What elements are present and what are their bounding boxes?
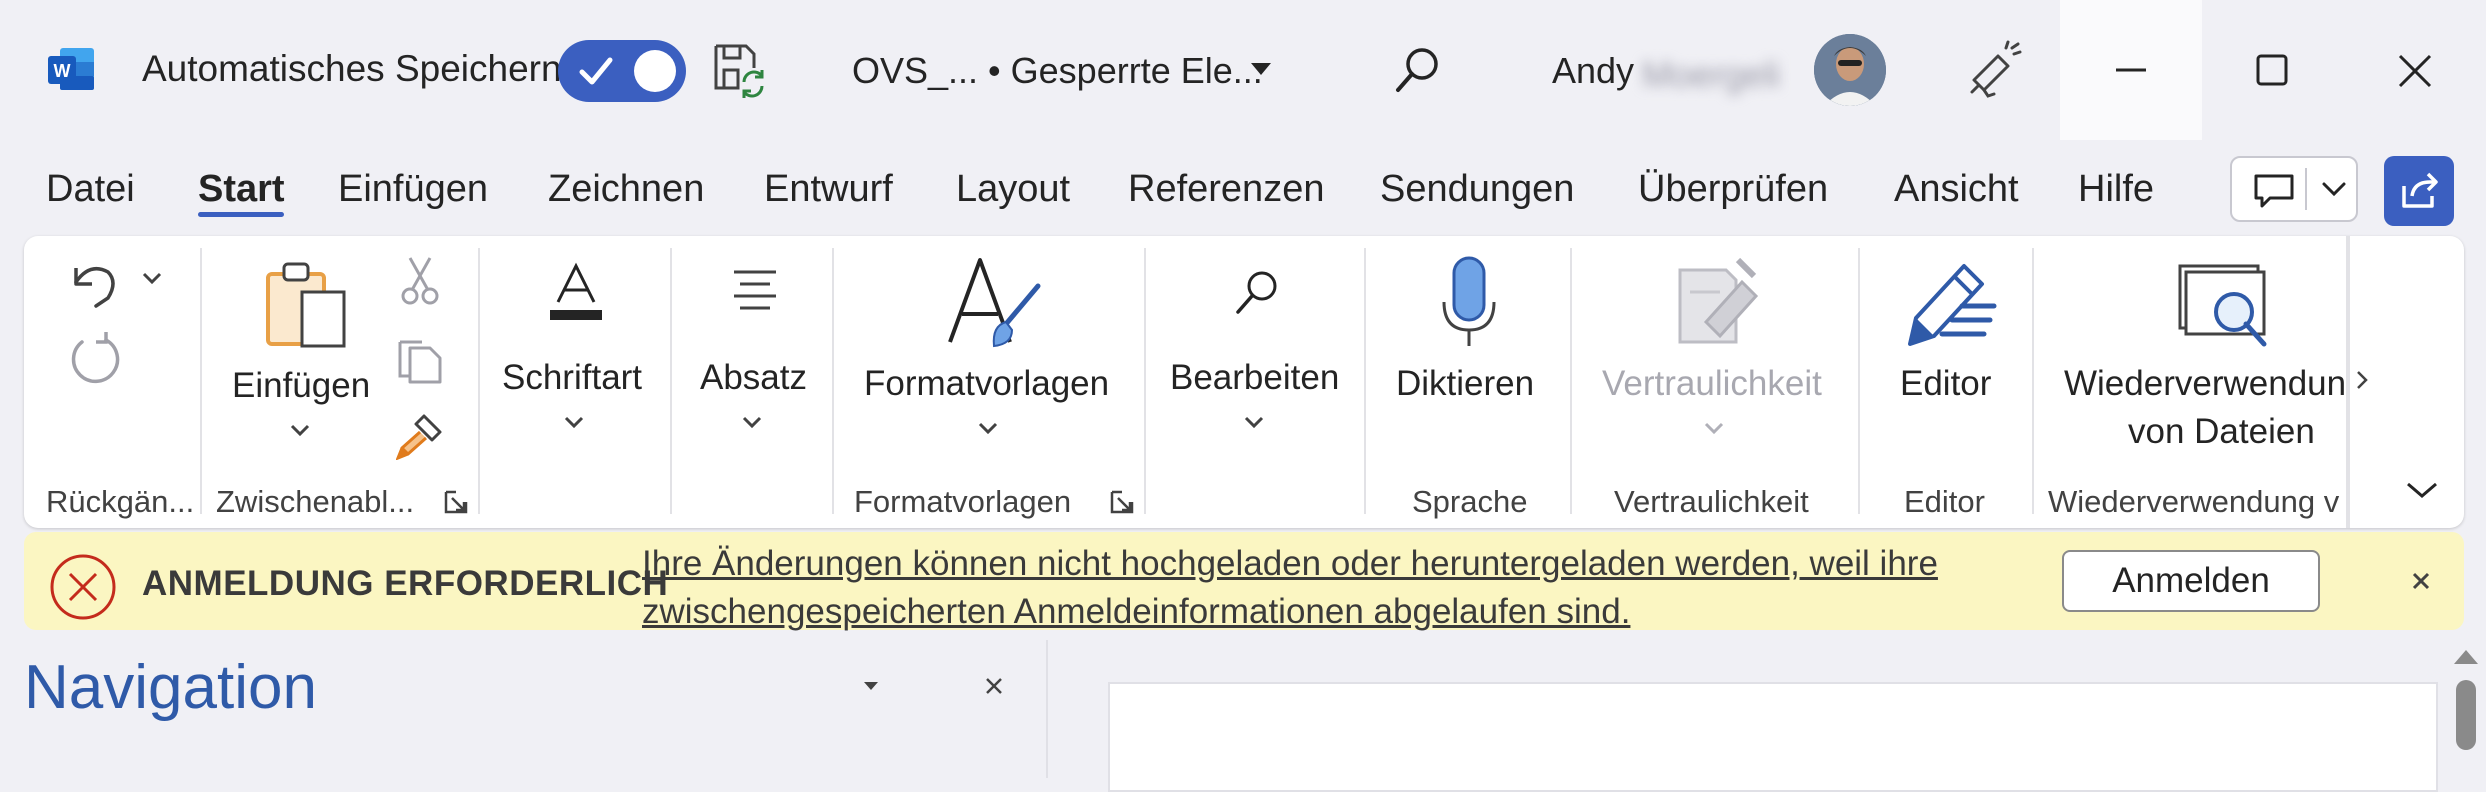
ribbon-separator [1144, 248, 1146, 514]
paste-button-label[interactable]: Einfügen [232, 366, 370, 406]
ribbon-overflow-divider [2346, 236, 2350, 528]
ribbon-separator [1364, 248, 1366, 514]
autosave-toggle[interactable] [558, 40, 686, 102]
tab-ueberpruefen[interactable]: Überprüfen [1638, 168, 1828, 211]
comments-button[interactable] [2230, 156, 2358, 222]
avatar[interactable] [1814, 34, 1886, 106]
chevron-down-icon[interactable] [1250, 62, 1272, 76]
ribbon-separator [832, 248, 834, 514]
sensitivity-icon [1676, 252, 1762, 346]
ribbon-separator [1858, 248, 1860, 514]
save-sync-icon[interactable] [712, 42, 768, 98]
tab-layout[interactable]: Layout [956, 168, 1070, 211]
user-first-name[interactable]: Andy [1552, 50, 1634, 92]
styles-group-label: Formatvorlagen [854, 484, 1072, 519]
copy-icon[interactable] [396, 334, 444, 384]
tab-hilfe[interactable]: Hilfe [2078, 168, 2154, 211]
share-button[interactable] [2384, 156, 2454, 226]
reuse-group-label: Wiederverwendung v [2048, 484, 2340, 519]
navigation-pane-title: Navigation [24, 653, 317, 722]
close-pane-icon[interactable] [984, 676, 1004, 696]
autosave-label: Automatisches Speichern [142, 48, 562, 89]
tab-datei[interactable]: Datei [46, 168, 135, 211]
vertical-scrollbar-thumb[interactable] [2456, 680, 2476, 750]
message-title: ANMELDUNG ERFORDERLICH [142, 564, 669, 603]
search-icon[interactable] [1390, 42, 1446, 98]
pane-options-chevron-icon[interactable] [862, 680, 880, 692]
toggle-knob [634, 50, 676, 92]
maximize-button[interactable] [2202, 0, 2344, 140]
paragraph-button-label[interactable]: Absatz [700, 358, 807, 398]
ribbon-separator [200, 248, 202, 514]
sensitivity-chevron-down-icon [1704, 422, 1724, 436]
paste-chevron-down-icon[interactable] [290, 424, 310, 438]
search-icon[interactable] [1232, 266, 1284, 318]
ribbon-separator [2032, 248, 2034, 514]
share-icon [2402, 172, 2438, 208]
tab-einfuegen[interactable]: Einfügen [338, 168, 488, 211]
ribbon-separator [478, 248, 480, 514]
font-color-icon[interactable] [546, 262, 606, 324]
megaphone-icon[interactable] [1962, 40, 2022, 100]
editing-button-label[interactable]: Bearbeiten [1170, 358, 1339, 398]
font-chevron-down-icon[interactable] [564, 416, 584, 430]
undo-dropdown-chevron-icon[interactable] [142, 272, 162, 286]
styles-icon[interactable] [946, 256, 1044, 352]
document-page[interactable] [1108, 682, 2438, 792]
error-circle-icon [48, 552, 118, 622]
tab-ansicht[interactable]: Ansicht [1894, 168, 2019, 211]
ribbon-separator [670, 248, 672, 514]
scroll-up-arrow-icon[interactable] [2452, 646, 2480, 668]
undo-group-label: Rückgän... [46, 484, 195, 519]
pane-divider[interactable] [1046, 640, 1048, 778]
svg-text:W: W [54, 61, 71, 81]
undo-icon[interactable] [66, 252, 122, 308]
redo-icon[interactable] [66, 330, 122, 386]
reuse-files-label-line1[interactable]: Wiederverwendun [2064, 364, 2346, 404]
dictate-button-label[interactable]: Diktieren [1396, 364, 1534, 404]
close-message-icon[interactable] [2410, 570, 2432, 592]
editor-group-label: Editor [1904, 484, 1985, 519]
editor-pen-icon[interactable] [1902, 254, 1998, 350]
reuse-files-icon[interactable] [2178, 262, 2270, 352]
ribbon-separator [1570, 248, 1572, 514]
tab-start[interactable]: Start [198, 168, 285, 211]
sign-in-button[interactable]: Anmelden [2062, 550, 2320, 612]
clipboard-dialog-launcher-icon[interactable] [444, 490, 468, 514]
active-tab-indicator [198, 212, 284, 217]
clipboard-group-label: Zwischenabl... [216, 484, 415, 519]
scissors-icon[interactable] [400, 256, 440, 306]
ribbon-expand-chevron-icon[interactable] [2404, 478, 2440, 502]
microphone-icon[interactable] [1436, 256, 1502, 348]
ribbon-scroll-right-icon[interactable] [2354, 368, 2370, 392]
title-bar: W Automatisches Speichern OVS_... • Gesp… [0, 0, 2486, 140]
reuse-files-label-line2[interactable]: von Dateien [2128, 412, 2315, 452]
font-button-label[interactable]: Schriftart [502, 358, 642, 398]
paste-icon[interactable] [262, 256, 352, 352]
checkmark-icon [579, 57, 613, 85]
sensitivity-group-label: Vertraulichkeit [1614, 484, 1809, 519]
editing-chevron-down-icon[interactable] [1244, 416, 1264, 430]
format-painter-icon[interactable] [396, 410, 446, 460]
paragraph-chevron-down-icon[interactable] [742, 416, 762, 430]
tab-zeichnen[interactable]: Zeichnen [548, 168, 704, 211]
minimize-button[interactable] [2060, 0, 2202, 140]
voice-group-label: Sprache [1412, 484, 1528, 519]
document-title[interactable]: OVS_... • Gesperrte Ele... [852, 50, 1263, 92]
message-link-text[interactable]: Ihre Änderungen können nicht hochgeladen… [642, 540, 2062, 636]
sensitivity-button-label: Vertraulichkeit [1602, 364, 1822, 403]
paragraph-icon[interactable] [730, 268, 780, 314]
user-last-name: Moergeli [1642, 54, 1781, 95]
tab-referenzen[interactable]: Referenzen [1128, 168, 1324, 211]
word-logo-icon: W [46, 44, 96, 94]
styles-dialog-launcher-icon[interactable] [1110, 490, 1134, 514]
styles-chevron-down-icon[interactable] [978, 422, 998, 436]
close-window-button[interactable] [2344, 0, 2486, 140]
tab-sendungen[interactable]: Sendungen [1380, 168, 1574, 211]
styles-button-label[interactable]: Formatvorlagen [864, 364, 1109, 404]
editor-button-label[interactable]: Editor [1900, 364, 1991, 404]
tab-entwurf[interactable]: Entwurf [764, 168, 893, 211]
